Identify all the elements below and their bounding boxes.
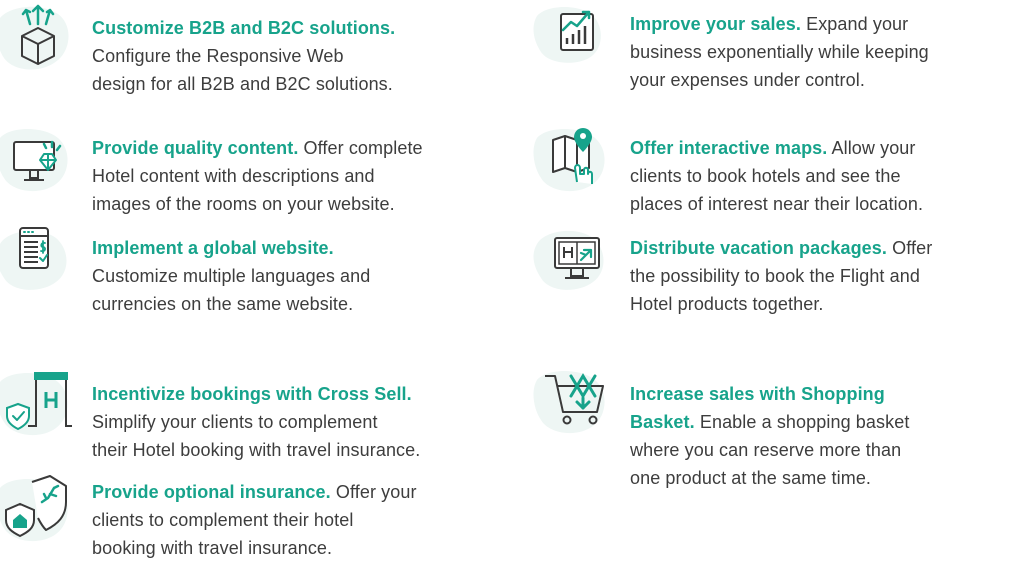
feature-line: images of the rooms on your website. (92, 194, 395, 214)
feature-quality-content: Provide quality content. Offer complete … (0, 124, 505, 234)
map-pin-hand-icon (533, 124, 617, 204)
feature-line: where you can reserve more than (630, 440, 902, 460)
feature-line: clients to book hotels and see the (630, 166, 901, 186)
feature-line: Customize B2B and B2C solutions. (92, 14, 492, 42)
feature-cross-sell: Incentivize bookings with Cross Sell. Si… (0, 368, 505, 478)
feature-customize-b2b-b2c: Customize B2B and B2C solutions. Configu… (0, 0, 505, 110)
feature-improve-sales: Improve your sales. Expand your business… (533, 0, 1010, 110)
feature-line: one product at the same time. (630, 468, 872, 488)
feature-line: the possibility to book the Flight and (630, 266, 920, 286)
feature-line: Improve your sales. Expand your (630, 10, 1010, 38)
feature-title: Provide quality content. (92, 138, 299, 158)
monitor-diamond-icon (0, 124, 80, 204)
feature-vacation-packages: Distribute vacation packages. Offer the … (533, 224, 1010, 334)
feature-line: clients to complement their hotel (92, 510, 354, 530)
feature-desc: Offer your (335, 482, 417, 502)
feature-title: Customize B2B and B2C solutions. (92, 18, 396, 38)
feature-line: Provide optional insurance. Offer your (92, 478, 504, 506)
feature-line: Increase sales with Shopping (630, 380, 1010, 408)
feature-line: design for all B2B and B2C solutions. (92, 74, 393, 94)
feature-line: Distribute vacation packages. Offer (630, 234, 1010, 262)
feature-line: Incentivize bookings with Cross Sell. (92, 380, 504, 408)
feature-line: currencies on the same website. (92, 294, 354, 314)
shopping-basket-icon (533, 368, 617, 448)
feature-line: your expenses under control. (630, 70, 865, 90)
feature-desc: Enable a shopping basket (699, 412, 910, 432)
feature-line: Implement a global website. (92, 234, 504, 262)
hotel-flight-monitor-icon (533, 224, 617, 304)
feature-title: Provide optional insurance. (92, 482, 331, 502)
feature-line: Provide quality content. Offer complete (92, 134, 504, 162)
feature-line: Basket. Enable a shopping basket (630, 408, 1010, 436)
feature-line: Hotel content with descriptions and (92, 166, 375, 186)
feature-title: Distribute vacation packages. (630, 238, 887, 258)
feature-desc: Offer (892, 238, 933, 258)
feature-optional-insurance: Provide optional insurance. Offer your c… (0, 474, 505, 584)
feature-line: Customize multiple languages and (92, 266, 371, 286)
currency-document-icon (0, 224, 80, 304)
feature-title-cont: Basket. (630, 412, 695, 432)
box-arrows-icon (0, 0, 80, 80)
feature-title: Implement a global website. (92, 238, 334, 258)
feature-global-website: Implement a global website. Customize mu… (0, 224, 505, 334)
feature-line: their Hotel booking with travel insuranc… (92, 440, 421, 460)
feature-title: Increase sales with Shopping (630, 384, 885, 404)
feature-line: business exponentially while keeping (630, 42, 929, 62)
feature-line: Simplify your clients to complement (92, 412, 378, 432)
feature-desc: Offer complete (303, 138, 423, 158)
feature-interactive-maps: Offer interactive maps. Allow your clien… (533, 124, 1010, 234)
feature-line: Hotel products together. (630, 294, 824, 314)
feature-title: Offer interactive maps. (630, 138, 828, 158)
growth-chart-icon (533, 0, 617, 80)
feature-line: Configure the Responsive Web (92, 46, 344, 66)
feature-line: places of interest near their location. (630, 194, 924, 214)
feature-shopping-basket: Increase sales with Shopping Basket. Ena… (533, 368, 1010, 498)
feature-line: Offer interactive maps. Allow your (630, 134, 1010, 162)
insurance-shield-icon (0, 474, 80, 554)
feature-title: Incentivize bookings with Cross Sell. (92, 384, 412, 404)
feature-desc: Allow your (831, 138, 916, 158)
hotel-shield-icon (0, 368, 80, 448)
feature-title: Improve your sales. (630, 14, 801, 34)
feature-desc: Expand your (806, 14, 909, 34)
feature-line: booking with travel insurance. (92, 538, 333, 558)
